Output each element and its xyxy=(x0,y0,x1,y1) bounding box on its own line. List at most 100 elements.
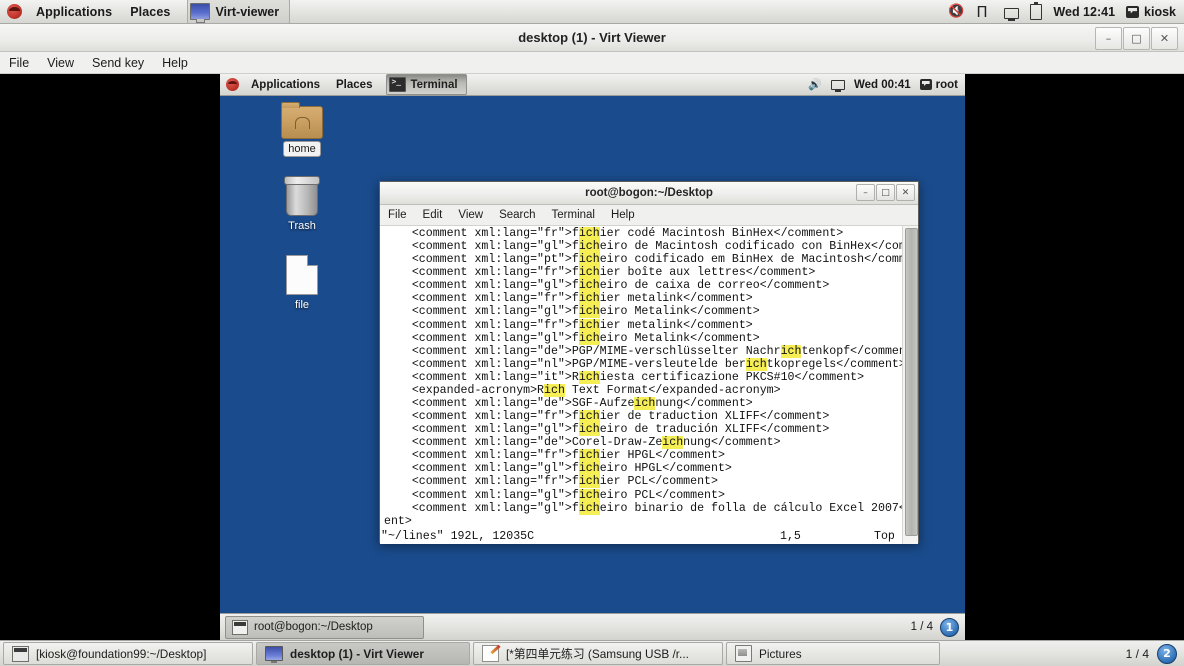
host-workspace-pager[interactable]: 1 / 4 xyxy=(1126,647,1149,661)
folder-home-icon xyxy=(281,102,323,139)
search-highlight: ich xyxy=(578,253,600,267)
terminal-line: <comment xml:lang="gl">ficheiro binario … xyxy=(384,501,918,515)
guest-workspace-pager[interactable]: 1 / 4 xyxy=(911,621,933,633)
terminal-run: <comment xml:lang="gl">f xyxy=(384,331,579,345)
terminal-line: <comment xml:lang="gl">ficheiro de tradu… xyxy=(384,423,900,437)
terminal-run: <comment xml:lang="gl">f xyxy=(384,423,579,437)
vv-menu-file[interactable]: File xyxy=(0,54,38,72)
terminal-menu-help[interactable]: Help xyxy=(603,208,643,222)
terminal-run: <comment xml:lang="gl">f xyxy=(384,305,579,319)
vv-menu-help[interactable]: Help xyxy=(153,54,197,72)
speaker-muted-icon[interactable] xyxy=(948,4,965,20)
battery-icon[interactable] xyxy=(1030,2,1043,20)
host-panel-left: Applications Places Virt-viewer xyxy=(0,0,291,24)
trash-icon xyxy=(284,176,320,216)
terminal-line: <comment xml:lang="pt">ficheiro codifica… xyxy=(384,253,918,267)
terminal-line: <comment xml:lang="de">SGF-Aufzeichnung<… xyxy=(384,397,900,411)
terminal-menu-view[interactable]: View xyxy=(450,208,491,222)
monitor-icon xyxy=(265,646,283,663)
redhat-logo-icon[interactable] xyxy=(7,4,22,19)
terminal-line: <comment xml:lang="fr">fichier PCL</comm… xyxy=(384,475,900,489)
terminal-run: <comment xml:lang="fr">f xyxy=(384,318,579,332)
vim-status-line: "~/lines" 192L, 12035C 1,5 Top xyxy=(380,530,918,544)
terminal-menu-file[interactable]: File xyxy=(380,208,415,222)
desktop-icon-file[interactable]: file xyxy=(264,255,340,312)
network-disconnected-icon[interactable] xyxy=(830,79,845,92)
search-highlight: ich xyxy=(578,305,600,319)
taskbar-item-kiosk-terminal[interactable]: [kiosk@foundation99:~/Desktop] xyxy=(3,642,253,665)
terminal-run: iesta certificazione PKCS#10</comment> xyxy=(599,370,865,384)
terminal-menu-edit[interactable]: Edit xyxy=(415,208,451,222)
terminal-minimize-button[interactable]: – xyxy=(856,184,875,201)
taskbar-item-label: Pictures xyxy=(759,646,802,661)
search-highlight: ich xyxy=(578,501,600,515)
guest-clock[interactable]: Wed 00:41 xyxy=(854,79,911,91)
search-highlight: ich xyxy=(578,240,600,254)
host-menu-applications[interactable]: Applications xyxy=(27,3,121,21)
minimize-button[interactable]: – xyxy=(1095,27,1122,50)
guest-taskbar-item-terminal[interactable]: root@bogon:~/Desktop xyxy=(225,615,424,639)
host-clock[interactable]: Wed 12:41 xyxy=(1053,5,1115,19)
host-task-label: Virt-viewer xyxy=(215,4,280,19)
host-user-menu[interactable]: kiosk xyxy=(1126,5,1176,19)
terminal-run: <comment xml:lang="fr">f xyxy=(384,475,579,489)
terminal-run: <comment xml:lang="it">R xyxy=(384,370,579,384)
host-user-label: kiosk xyxy=(1144,4,1176,19)
terminal-line: <comment xml:lang="it">Richiesta certifi… xyxy=(384,370,900,384)
terminal-scrollbar[interactable] xyxy=(902,226,918,544)
guest-info-badge[interactable]: 1 xyxy=(940,617,959,637)
terminal-line: <comment xml:lang="fr">fichier boîte aux… xyxy=(384,266,900,280)
taskbar-item-text-editor[interactable]: [*第四单元练习 (Samsung USB /r... xyxy=(473,642,723,665)
guest-user-menu[interactable]: root xyxy=(919,79,958,91)
terminal-line: <comment xml:lang="gl">ficheiro de caixa… xyxy=(384,279,900,293)
guest-menu-places[interactable]: Places xyxy=(328,78,380,92)
guest-display[interactable]: Applications Places Terminal Wed 00:41 r… xyxy=(220,74,965,640)
vv-menu-view[interactable]: View xyxy=(38,54,83,72)
search-highlight: ich xyxy=(745,357,767,371)
terminal-run: tkopregels</comment> xyxy=(766,357,906,371)
terminal-run: ier de traduction XLIFF</comment> xyxy=(599,410,830,424)
host-window-task-virt-viewer[interactable]: Virt-viewer xyxy=(187,0,291,24)
guest-window-task-terminal[interactable]: Terminal xyxy=(386,74,467,95)
desktop-icon-home[interactable]: home xyxy=(264,102,340,156)
vv-menu-send-key[interactable]: Send key xyxy=(83,54,153,72)
guest-top-panel: Applications Places Terminal Wed 00:41 r… xyxy=(220,74,965,96)
guest-menu-applications[interactable]: Applications xyxy=(243,78,328,92)
terminal-menu-terminal[interactable]: Terminal xyxy=(544,208,603,222)
terminal-run: eiro de tradución XLIFF</comment> xyxy=(599,423,830,437)
virt-viewer-titlebar[interactable]: desktop (1) - Virt Viewer – □ ✕ xyxy=(0,24,1184,52)
terminal-maximize-button[interactable]: □ xyxy=(876,184,895,201)
terminal-run: <comment xml:lang="de">Corel-Draw-Ze xyxy=(384,436,663,450)
bluetooth-icon[interactable] xyxy=(976,4,993,20)
maximize-button[interactable]: □ xyxy=(1123,27,1150,50)
taskbar-item-pictures[interactable]: Pictures xyxy=(726,642,940,665)
host-menu-places[interactable]: Places xyxy=(121,3,179,21)
terminal-line: <comment xml:lang="de">PGP/MIME-verschlü… xyxy=(384,344,918,358)
terminal-run: ent> xyxy=(384,514,412,528)
redhat-logo-icon[interactable] xyxy=(226,78,239,91)
terminal-run: tenkopf</comment> xyxy=(801,344,918,358)
terminal-icon xyxy=(389,77,407,92)
host-info-badge[interactable]: 2 xyxy=(1157,643,1177,664)
close-button[interactable]: ✕ xyxy=(1151,27,1178,50)
terminal-body[interactable]: <comment xml:lang="fr">fichier codé Maci… xyxy=(380,226,918,544)
terminal-run: eiro PCL</comment> xyxy=(599,488,725,502)
speaker-icon[interactable] xyxy=(808,78,822,91)
network-disconnected-icon[interactable] xyxy=(1004,7,1020,21)
terminal-run: <expanded-acronym>R xyxy=(384,383,545,397)
desktop-icon-trash[interactable]: Trash xyxy=(264,176,340,233)
terminal-close-button[interactable]: ✕ xyxy=(896,184,915,201)
terminal-menu-search[interactable]: Search xyxy=(491,208,543,222)
terminal-run: eiro de Macintosh codificado con BinHex<… xyxy=(599,240,918,254)
terminal-line: <comment xml:lang="fr">fichier HPGL</com… xyxy=(384,449,900,463)
terminal-window-controls: – □ ✕ xyxy=(856,184,915,201)
taskbar-item-virt-viewer[interactable]: desktop (1) - Virt Viewer xyxy=(256,642,470,665)
terminal-text: <comment xml:lang="fr">fichier codé Maci… xyxy=(384,227,918,528)
search-highlight: ich xyxy=(578,266,600,280)
vim-status-position: Top xyxy=(874,530,895,543)
terminal-run: <comment xml:lang="fr">f xyxy=(384,227,579,240)
terminal-scrollbar-thumb[interactable] xyxy=(905,228,918,536)
terminal-titlebar[interactable]: root@bogon:~/Desktop – □ ✕ xyxy=(380,182,918,205)
terminal-window[interactable]: root@bogon:~/Desktop – □ ✕ File Edit Vie… xyxy=(379,181,919,544)
terminal-run: <comment xml:lang="fr">f xyxy=(384,410,579,424)
